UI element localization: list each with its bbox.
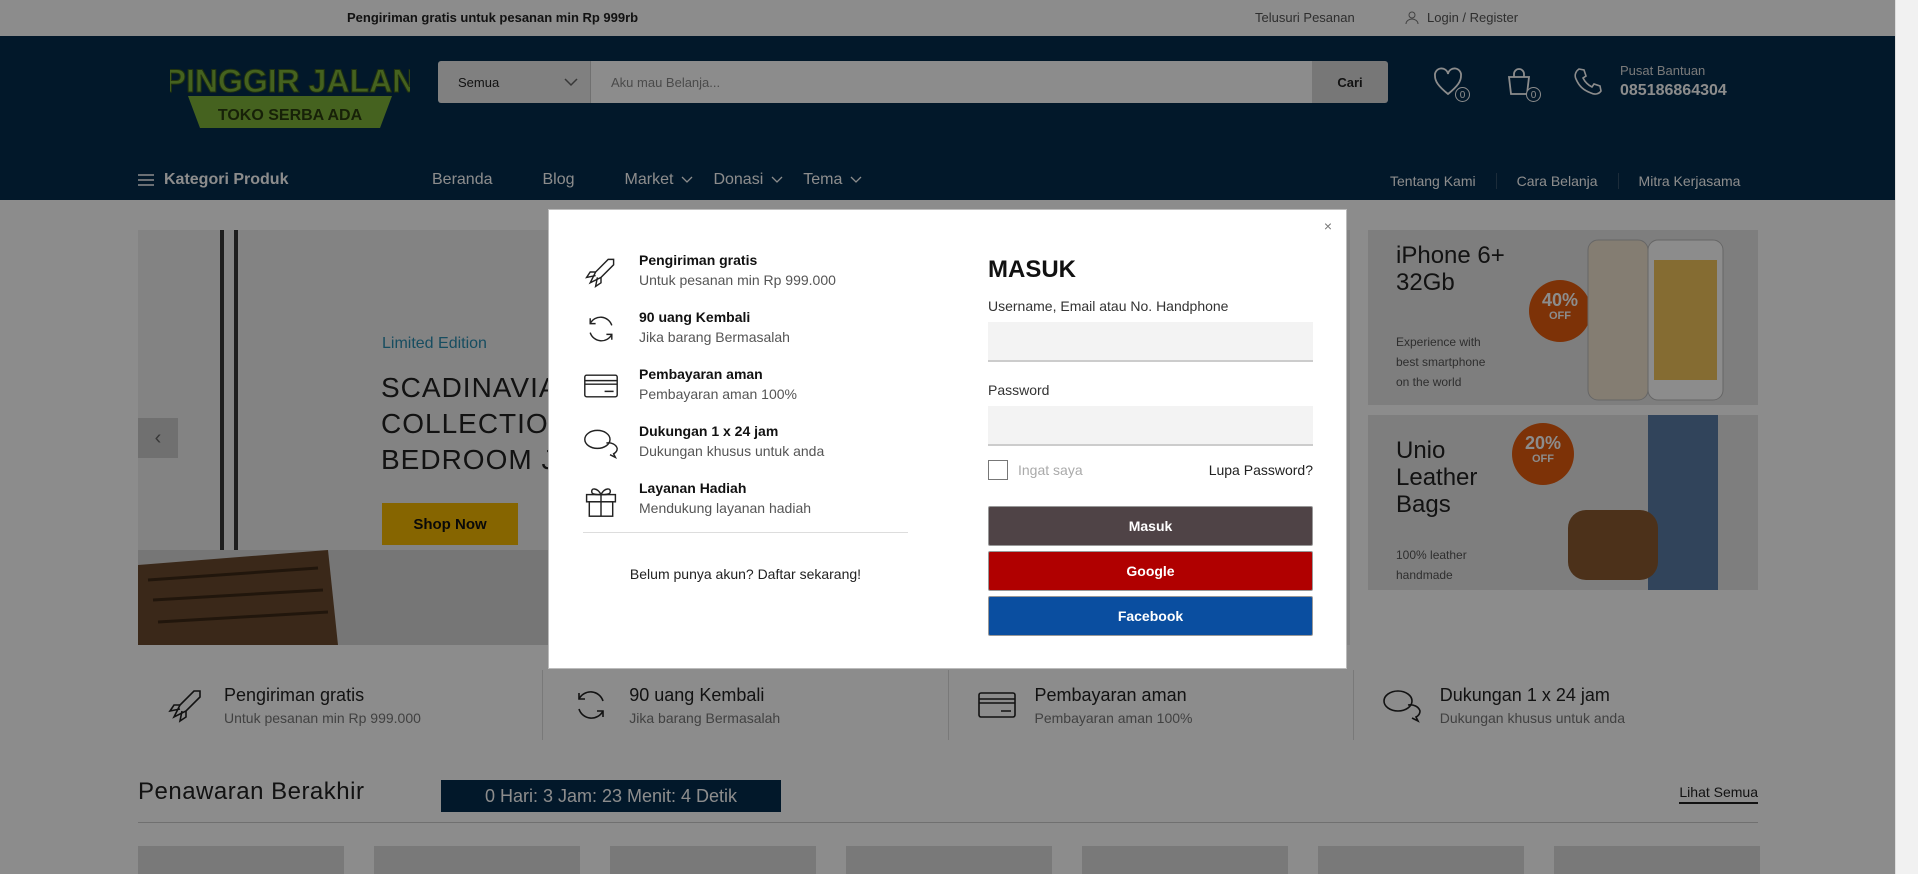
refresh-icon [589, 316, 613, 342]
benefit-title: Dukungan 1 x 24 jam [639, 423, 779, 439]
benefit-item: 90 uang Kembali Jika barang Bermasalah [583, 309, 908, 366]
benefit-item: Layanan Hadiah Mendukung layanan hadiah [583, 480, 908, 537]
benefit-sub: Pembayaran aman 100% [639, 386, 797, 402]
remember-label: Ingat saya [1018, 462, 1083, 478]
remember-checkbox[interactable]: Ingat saya [988, 460, 1083, 480]
username-label: Username, Email atau No. Handphone [988, 298, 1229, 314]
google-login-button[interactable]: Google [988, 551, 1313, 591]
close-icon[interactable]: × [1324, 218, 1332, 234]
rocket-icon [585, 258, 615, 288]
benefit-sub: Jika barang Bermasalah [639, 329, 790, 345]
benefit-sub: Dukungan khusus untuk anda [639, 443, 825, 459]
register-link[interactable]: Belum punya akun? Daftar sekarang! [583, 566, 908, 582]
benefits-panel: Pengiriman gratis Untuk pesanan min Rp 99… [583, 252, 908, 582]
login-heading: MASUK [988, 256, 1076, 283]
benefit-item: Pembayaran aman Pembayaran aman 100% [583, 366, 908, 423]
gift-icon [585, 488, 617, 517]
benefit-title: 90 uang Kembali [639, 309, 751, 325]
chat-bubbles-icon [584, 429, 618, 460]
benefit-sub: Untuk pesanan min Rp 999.000 [639, 272, 836, 288]
username-input[interactable] [988, 322, 1313, 362]
remember-row: Ingat saya Lupa Password? [988, 460, 1313, 480]
facebook-login-button[interactable]: Facebook [988, 596, 1313, 636]
benefit-title: Layanan Hadiah [639, 480, 747, 496]
checkbox-box [988, 460, 1008, 480]
password-input[interactable] [988, 406, 1313, 446]
login-button[interactable]: Masuk [988, 506, 1313, 546]
password-label: Password [988, 382, 1050, 398]
credit-card-icon [584, 374, 618, 398]
benefit-item: Dukungan 1 x 24 jam Dukungan khusus untuk… [583, 423, 908, 480]
login-modal: × Pengiriman gratis Untuk pesanan min Rp … [548, 209, 1347, 669]
login-form: MASUK Username, Email atau No. Handphone… [988, 256, 1313, 636]
forgot-password-link[interactable]: Lupa Password? [1209, 462, 1313, 478]
benefit-title: Pembayaran aman [639, 366, 763, 382]
page: Pengiriman gratis untuk pesanan min Rp 9… [0, 0, 1895, 874]
vertical-scrollbar[interactable] [1895, 0, 1918, 874]
benefit-item: Pengiriman gratis Untuk pesanan min Rp 99… [583, 252, 908, 309]
benefit-title: Pengiriman gratis [639, 252, 758, 268]
benefit-sub: Mendukung layanan hadiah [639, 500, 812, 516]
